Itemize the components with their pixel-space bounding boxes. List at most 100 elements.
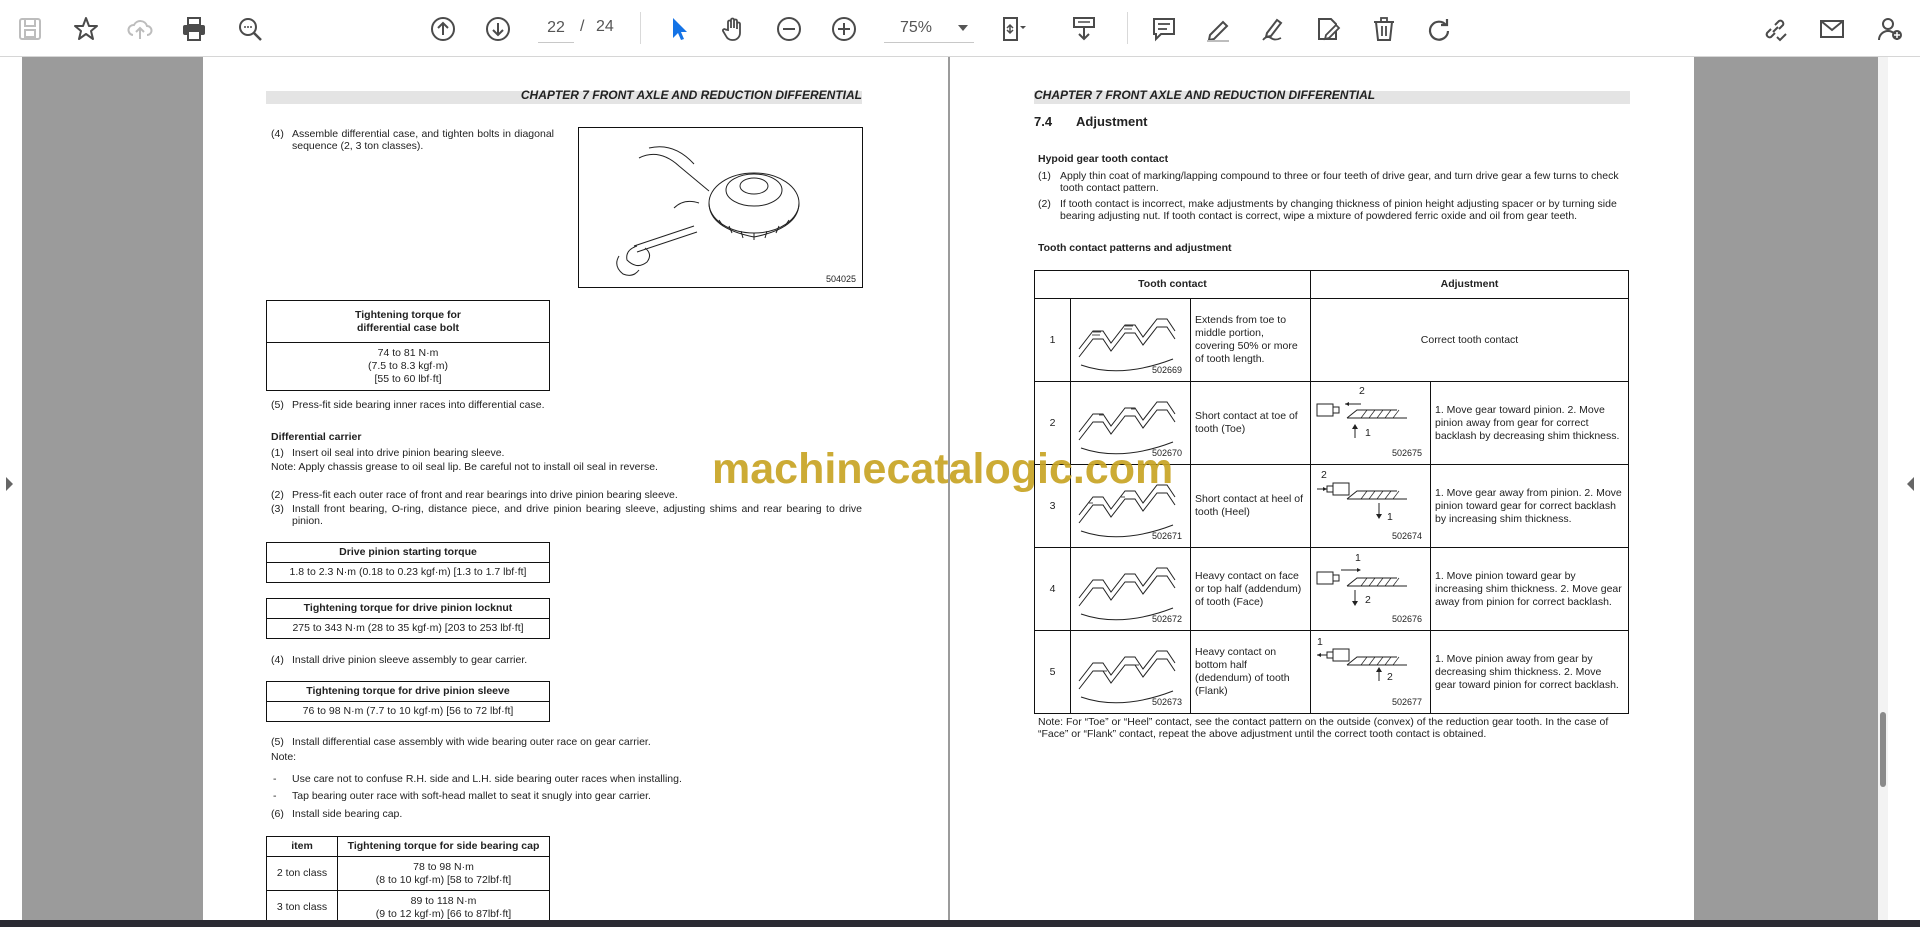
- row-number: 4: [1034, 547, 1071, 631]
- toolbar-divider: [640, 12, 641, 44]
- scrollbar-track[interactable]: [1878, 57, 1888, 920]
- table-cell: 76 to 98 N·m (7.7 to 10 kgf·m) [56 to 72…: [266, 701, 550, 722]
- page-fit-icon[interactable]: [995, 11, 1031, 47]
- select-cursor-icon[interactable]: [661, 11, 697, 47]
- torque-value: (8 to 10 kgf·m) [58 to 72lbf·ft]: [375, 873, 512, 886]
- column-header: Tooth contact: [1034, 270, 1311, 299]
- side-bearing-cap-table: item Tightening torque for side bearing …: [266, 836, 550, 920]
- step-number: (4): [271, 128, 284, 140]
- bookmark-star-icon[interactable]: [68, 11, 104, 47]
- torque-value: [55 to 60 lbf·ft]: [374, 373, 442, 385]
- save-icon[interactable]: [12, 11, 48, 47]
- step-text: Install side bearing cap.: [292, 808, 403, 820]
- highlight-pen-icon[interactable]: [1200, 11, 1236, 47]
- image-code: 502674: [1391, 531, 1422, 541]
- zoom-in-icon[interactable]: [826, 11, 862, 47]
- torque-table-diff-case: Tightening torque for differential case b…: [266, 300, 550, 391]
- zoom-value: 75%: [900, 18, 933, 36]
- adjustment-image: 1 2 502676: [1310, 547, 1431, 631]
- table-row: 3 ton class 89 to 118 N·m (9 to 12 kgf·m)…: [266, 890, 550, 920]
- contact-description: Short contact at toe of tooth (Toe): [1190, 381, 1311, 465]
- image-code: 502672: [1151, 614, 1182, 624]
- table-cell: 3 ton class: [266, 890, 338, 920]
- image-code: 502669: [1151, 365, 1182, 375]
- scroll-mode-icon[interactable]: [1066, 11, 1102, 47]
- page-number-input[interactable]: [538, 13, 574, 43]
- drive-pinion-torque-table: Drive pinion starting torque 1.8 to 2.3 …: [266, 542, 550, 583]
- draw-pen-icon[interactable]: [1255, 11, 1291, 47]
- arrow-label: 2: [1321, 469, 1327, 481]
- note-text: Use care not to confuse R.H. side and L.…: [292, 773, 682, 785]
- contact-description: Extends from toe to middle portion, cove…: [1190, 298, 1311, 382]
- rotate-icon[interactable]: [1421, 11, 1457, 47]
- step-number: (3): [271, 503, 284, 515]
- toolbar-divider: [1127, 12, 1128, 44]
- step-number: (1): [271, 447, 284, 459]
- arrow-label: 1: [1365, 427, 1371, 439]
- chapter-title: CHAPTER 7 FRONT AXLE AND REDUCTION DIFFE…: [520, 88, 862, 102]
- drive-pinion-locknut-table: Tightening torque for drive pinion lockn…: [266, 598, 550, 639]
- table-header: Tightening torque for drive pinion lockn…: [266, 598, 550, 619]
- row-number: 5: [1034, 630, 1071, 714]
- table-row: 1 502669 Extends from toe to middle port…: [1034, 298, 1629, 382]
- zoom-search-icon[interactable]: [232, 11, 268, 47]
- section-number: 7.4: [1034, 114, 1053, 129]
- cloud-upload-icon[interactable]: [122, 11, 158, 47]
- step-number: (4): [271, 654, 284, 666]
- fill-sign-icon[interactable]: [1310, 11, 1346, 47]
- comment-icon[interactable]: [1146, 11, 1182, 47]
- page-up-icon[interactable]: [425, 11, 461, 47]
- assembly-figure: 504025: [578, 127, 863, 288]
- delete-icon[interactable]: [1366, 11, 1402, 47]
- torque-value: 78 to 98 N·m: [413, 860, 474, 873]
- step-text: Install differential case assembly with …: [292, 736, 651, 748]
- contact-description: Heavy contact on face or top half (adden…: [1190, 547, 1311, 631]
- table-header-line: Tightening torque for: [355, 308, 461, 321]
- tooth-pattern-image: 502673: [1070, 630, 1191, 714]
- table-header: Tightening torque for differential case b…: [266, 300, 550, 343]
- section-heading: Differential carrier: [271, 431, 362, 443]
- step-number: (6): [271, 808, 284, 820]
- taskbar-strip: [0, 920, 1920, 927]
- right-pane-toggle-icon[interactable]: [1907, 477, 1914, 491]
- image-code: 502673: [1151, 697, 1182, 707]
- table-cell: 1.8 to 2.3 N·m (0.18 to 0.23 kgf·m) [1.3…: [266, 562, 550, 583]
- table-header: Tightening torque for drive pinion sleev…: [266, 681, 550, 702]
- contact-description: Short contact at heel of tooth (Heel): [1190, 464, 1311, 548]
- adjustment-text: 1. Move gear away from pinion. 2. Move p…: [1430, 464, 1629, 548]
- step-number: (2): [271, 489, 284, 501]
- step-number: (5): [271, 399, 284, 411]
- image-code: 502677: [1391, 697, 1422, 707]
- step-number: (2): [1038, 198, 1051, 210]
- scrollbar-thumb[interactable]: [1880, 712, 1886, 787]
- tooth-pattern-image: 502672: [1070, 547, 1191, 631]
- note-text: Note:: [271, 751, 297, 763]
- hand-tool-icon[interactable]: [716, 11, 752, 47]
- table-row: 5 502673 Heavy contact on bottom half (d…: [1034, 630, 1629, 714]
- tooth-pattern-image: 502669: [1070, 298, 1191, 382]
- adjustment-image: 2 1 502675: [1310, 381, 1431, 465]
- page-down-icon[interactable]: [480, 11, 516, 47]
- figure-code: 504025: [825, 274, 856, 284]
- column-header: Adjustment: [1310, 270, 1629, 299]
- table-cell: 2 ton class: [266, 856, 338, 891]
- table-header: item: [266, 836, 338, 857]
- zoom-select[interactable]: 75%: [884, 13, 974, 43]
- left-pane-toggle-icon[interactable]: [6, 477, 13, 491]
- step-number: (5): [271, 736, 284, 748]
- print-icon[interactable]: [176, 11, 212, 47]
- zoom-out-icon[interactable]: [771, 11, 807, 47]
- footnote: Note: For “Toe” or “Heel” contact, see t…: [1038, 716, 1609, 740]
- arrow-label: 1: [1317, 636, 1323, 648]
- table-header-line: differential case bolt: [356, 321, 460, 334]
- arrow-label: 1: [1355, 552, 1361, 564]
- chapter-title: CHAPTER 7 FRONT AXLE AND REDUCTION DIFFE…: [1034, 88, 1376, 102]
- page-separator: /: [580, 18, 585, 35]
- account-icon[interactable]: [1872, 11, 1908, 47]
- email-icon[interactable]: [1814, 11, 1850, 47]
- adjustment-text: 1. Move pinion away from gear by decreas…: [1430, 630, 1629, 714]
- step-text: Install drive pinion sleeve assembly to …: [292, 654, 528, 666]
- step-text: Install front bearing, O-ring, distance …: [292, 503, 862, 527]
- share-link-icon[interactable]: [1757, 11, 1793, 47]
- step-text: If tooth contact is incorrect, make adju…: [1060, 198, 1617, 222]
